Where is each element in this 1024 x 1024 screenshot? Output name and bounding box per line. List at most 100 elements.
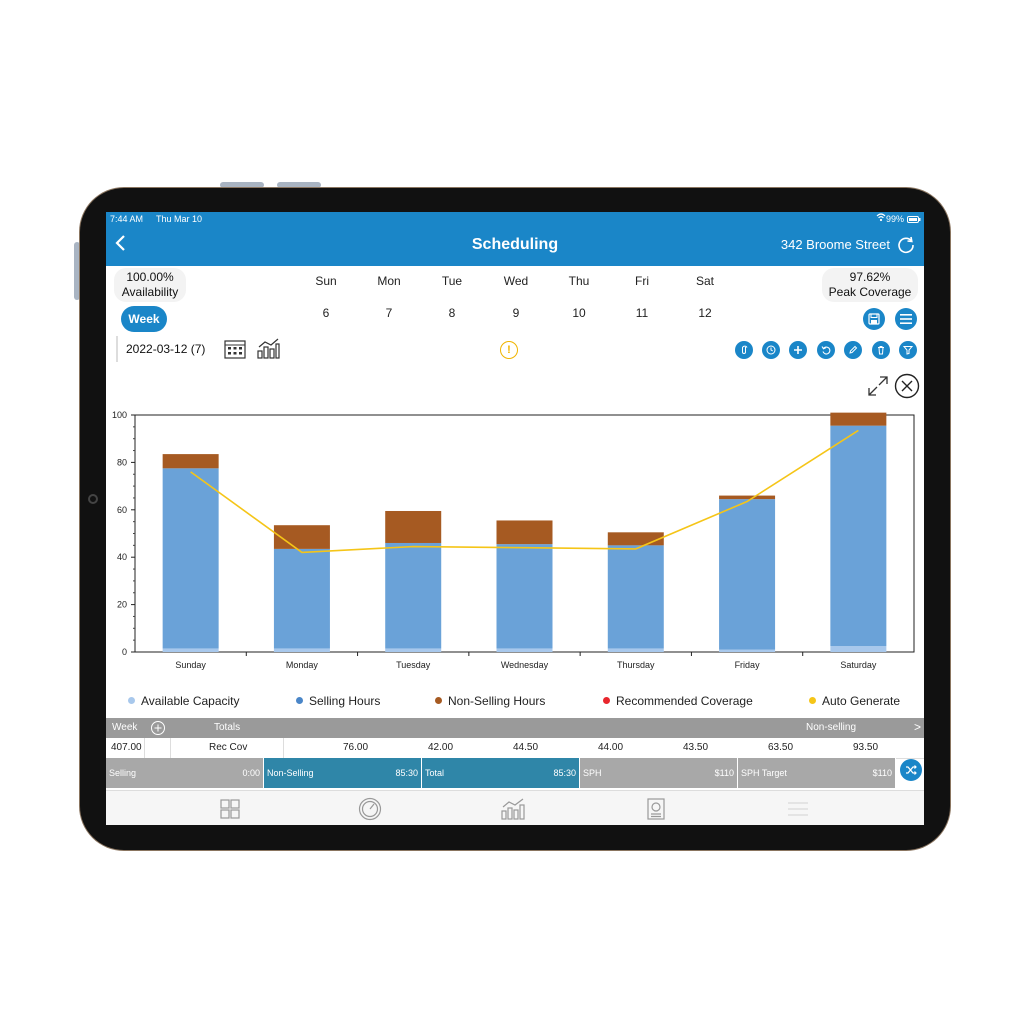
camera-dot [88,494,98,504]
legend-dot-icon [603,697,610,704]
trash-icon[interactable] [872,341,890,359]
bar-segment [273,548,330,649]
legend-dot-icon [296,697,303,704]
x-tick-label: Saturday [840,660,877,670]
rec-value: 76.00 [343,742,369,753]
week-totals-header: Week Totals Non-selling > [106,718,924,738]
bar-segment [496,648,553,652]
warning-icon[interactable]: ! [500,341,518,359]
battery-icon [907,215,921,225]
hamburger-icon[interactable] [786,797,810,821]
day-thu[interactable]: Thu 10 [559,274,599,320]
dashboard-icon[interactable] [218,797,242,821]
week-day-selector: Sun 6 Mon 7 Tue 8 Wed 9 Thu 10 Fri 11 Sat 12 [106,274,924,324]
x-tick-label: Tuesday [396,660,431,670]
filter-icon[interactable] [899,341,917,359]
bar-segment [607,532,664,546]
save-icon[interactable] [863,308,885,330]
next-arrow-icon[interactable]: > [914,720,921,734]
refresh-icon[interactable] [896,235,916,255]
rec-label: Rec Cov [209,742,248,753]
chart-icon[interactable] [500,797,525,821]
x-tick-label: Monday [286,660,319,670]
attach-icon[interactable] [735,341,753,359]
chart-view-icon[interactable] [256,336,280,365]
legend-recommended-coverage[interactable]: Recommended Coverage [603,694,753,708]
rec-value: 44.50 [513,742,539,753]
bar-segment [830,646,887,652]
legend-dot-icon [435,697,442,704]
day-sat[interactable]: Sat 12 [685,274,725,320]
status-time: 7:44 AM [110,214,144,224]
plus-icon[interactable] [789,341,807,359]
rec-value: 93.50 [853,742,879,753]
week-label: Week [112,722,138,733]
non-selling-label[interactable]: Non-selling [806,722,856,733]
bar-segment [830,425,887,647]
rec-total: 407.00 [111,742,142,753]
y-tick-label: 40 [117,552,127,562]
x-tick-label: Wednesday [501,660,549,670]
app-screen: 7:44 AM Thu Mar 10 99% Scheduling 342 Br… [106,212,924,825]
bar-segment [162,468,219,649]
day-fri[interactable]: Fri 11 [622,274,662,320]
y-tick-label: 60 [117,505,127,515]
x-tick-label: Sunday [175,660,206,670]
summary-row: Selling 0:00 Non-Selling 85:30 Total 85:30 … [106,758,896,788]
day-wed[interactable]: Wed 9 [496,274,536,320]
wifi-icon [876,213,886,224]
bar-segment [385,542,442,649]
add-week-icon[interactable] [150,720,166,739]
bar-segment [719,649,776,652]
summary-total[interactable]: Total 85:30 [422,758,580,788]
x-tick-label: Thursday [617,660,655,670]
store-name[interactable]: 342 Broome Street [781,237,890,252]
bar-segment [162,454,219,469]
legend-available-capacity[interactable]: Available Capacity [128,694,240,708]
app-header: Scheduling 342 Broome Street [106,226,924,266]
shuffle-icon[interactable] [900,759,922,781]
summary-selling[interactable]: Selling 0:00 [106,758,264,788]
bar-segment [719,495,776,500]
report-icon[interactable] [644,797,668,821]
cell-divider [144,738,145,758]
summary-sph-target[interactable]: SPH Target $110 [738,758,896,788]
day-mon[interactable]: Mon 7 [369,274,409,320]
day-tue[interactable]: Tue 8 [432,274,472,320]
cell-divider [283,738,284,758]
summary-sph[interactable]: SPH $110 [580,758,738,788]
speedometer-icon[interactable] [358,797,382,821]
y-tick-label: 80 [117,457,127,467]
date-label[interactable]: 2022-03-12 (7) [126,342,205,356]
summary-non-selling[interactable]: Non-Selling 85:30 [264,758,422,788]
legend-non-selling-hours[interactable]: Non-Selling Hours [435,694,545,708]
chart-svg: 0 20 40 60 80 100 Sunday Monday Tuesday Wednesday… [112,410,915,670]
calendar-grid-icon[interactable] [224,338,246,365]
bar-segment [385,648,442,652]
bar-segment [496,544,553,649]
bar-segment [607,545,664,649]
y-tick-label: 0 [122,647,127,657]
undo-icon[interactable] [817,341,835,359]
legend-auto-generate[interactable]: Auto Generate [809,694,900,708]
y-tick-label: 20 [117,600,127,610]
cell-divider [170,738,171,758]
bar-segment [273,648,330,652]
pencil-icon[interactable] [844,341,862,359]
rec-value: 43.50 [683,742,709,753]
coverage-chart: 0 20 40 60 80 100 Sunday Monday Tuesday Wednesday… [106,397,924,687]
menu-icon[interactable] [895,308,917,330]
rec-cov-row: 407.00 Rec Cov 76.00 42.00 44.50 44.00 4… [106,738,924,759]
week-button[interactable]: Week [121,306,167,332]
bar-segment [719,499,776,650]
legend-dot-icon [809,697,816,704]
status-date: Thu Mar 10 [156,214,203,224]
day-sun[interactable]: Sun 6 [306,274,346,320]
rec-value: 63.50 [768,742,794,753]
legend-selling-hours[interactable]: Selling Hours [296,694,380,708]
x-tick-label: Friday [735,660,761,670]
battery-percent: 99% [885,214,904,224]
clock-icon[interactable] [762,341,780,359]
bar-segment [496,520,553,545]
bar-segment [385,510,442,543]
